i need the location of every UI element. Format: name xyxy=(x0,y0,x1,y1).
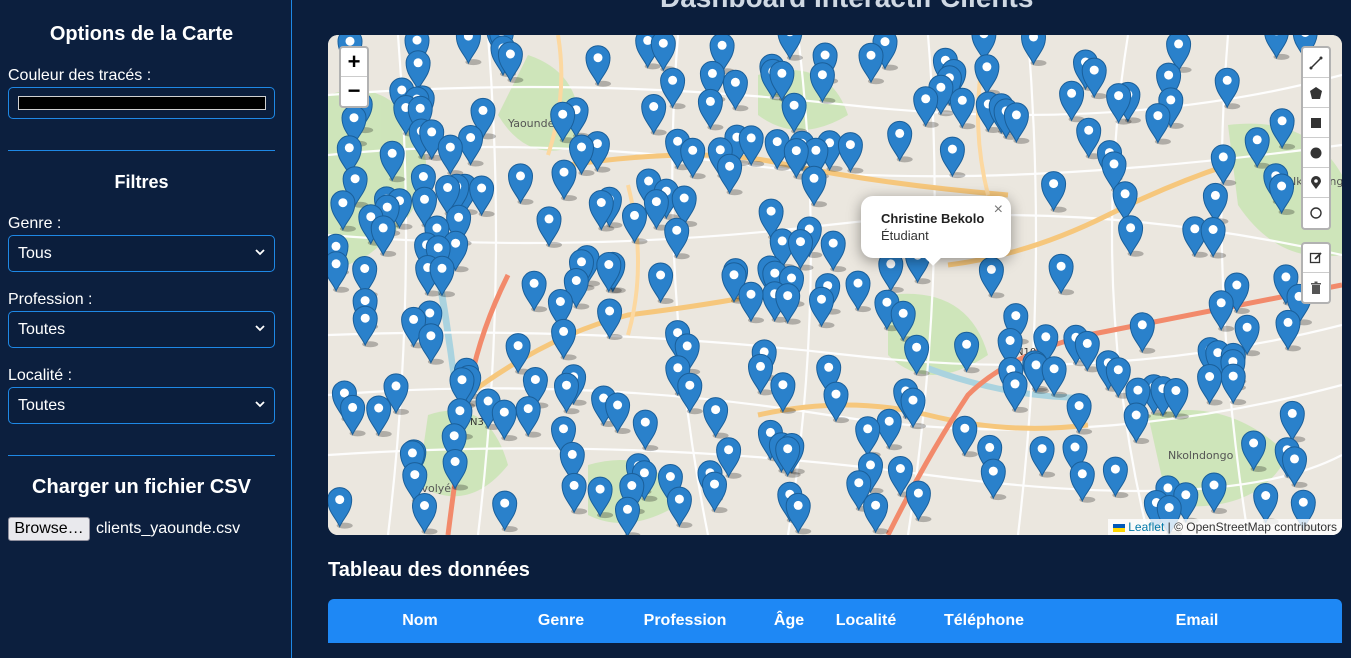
col-localite[interactable]: Localité xyxy=(836,612,896,630)
chevron-down-icon xyxy=(255,249,265,256)
divider xyxy=(8,150,275,151)
table-title: Tableau des données xyxy=(328,559,530,581)
profession-label: Profession : xyxy=(8,291,93,308)
circle-icon[interactable] xyxy=(1303,138,1329,168)
draw-toolbar xyxy=(1301,46,1331,230)
marker-icon[interactable] xyxy=(1303,168,1329,198)
popup-tip xyxy=(923,257,943,269)
map-tiles[interactable]: Yaoundé Mvolyé Nkolndongo Nkoabang N3 N1… xyxy=(328,35,1342,535)
edit-toolbar xyxy=(1301,242,1331,304)
localite-label: Localité : xyxy=(8,367,73,384)
marker-popup: Christine Bekolo Étudiant × xyxy=(861,196,1011,258)
genre-label: Genre : xyxy=(8,215,62,232)
close-icon[interactable]: × xyxy=(994,201,1003,219)
page-title: Dashboard Interactif Clients xyxy=(660,0,1033,14)
trace-color-label: Couleur des tracés : xyxy=(8,67,152,84)
popup-client-profession: Étudiant xyxy=(881,228,929,243)
trash-icon[interactable] xyxy=(1303,273,1329,302)
chevron-down-icon xyxy=(255,325,265,332)
flag-icon xyxy=(1112,523,1125,532)
col-age[interactable]: Âge xyxy=(774,612,804,630)
localite-select[interactable]: Toutes xyxy=(8,387,275,424)
table-header: Nom Genre Profession Âge Localité Téléph… xyxy=(328,599,1342,643)
zoom-control: + − xyxy=(339,46,369,108)
zoom-in-button[interactable]: + xyxy=(341,48,367,77)
circlemarker-icon[interactable] xyxy=(1303,198,1329,228)
edit-icon[interactable] xyxy=(1303,244,1329,273)
map[interactable]: Yaoundé Mvolyé Nkolndongo Nkoabang N3 N1… xyxy=(328,35,1342,535)
col-genre[interactable]: Genre xyxy=(538,612,584,630)
trace-color-picker[interactable] xyxy=(8,87,275,119)
rectangle-icon[interactable] xyxy=(1303,108,1329,138)
col-telephone[interactable]: Téléphone xyxy=(944,612,1024,630)
map-label: Yaoundé xyxy=(507,117,555,130)
col-nom[interactable]: Nom xyxy=(402,612,438,630)
sidebar: Options de la Carte Couleur des tracés :… xyxy=(0,0,292,658)
genre-select-value: Tous xyxy=(18,245,52,262)
col-email[interactable]: Email xyxy=(1176,612,1219,630)
file-name: clients_yaounde.csv xyxy=(96,520,241,537)
divider xyxy=(8,455,275,456)
localite-select-value: Toutes xyxy=(18,397,66,414)
browse-button[interactable]: Browse… xyxy=(8,517,90,541)
popup-client-name: Christine Bekolo xyxy=(881,211,985,226)
color-swatch xyxy=(18,96,266,110)
zoom-out-button[interactable]: − xyxy=(341,77,367,106)
map-attribution: Leaflet | © OpenStreetMap contributors xyxy=(1107,519,1342,535)
profession-select[interactable]: Toutes xyxy=(8,311,275,348)
csv-title: Charger un fichier CSV xyxy=(32,476,251,498)
map-label: N3 xyxy=(470,417,484,428)
genre-select[interactable]: Tous xyxy=(8,235,275,272)
osm-attribution[interactable]: | © OpenStreetMap contributors xyxy=(1168,520,1337,534)
col-profession[interactable]: Profession xyxy=(644,612,727,630)
map-label: Nkolndongo xyxy=(1168,449,1234,462)
leaflet-link[interactable]: Leaflet xyxy=(1128,520,1164,534)
polygon-icon[interactable] xyxy=(1303,78,1329,108)
filters-title: Filtres xyxy=(114,172,169,192)
chevron-down-icon xyxy=(255,401,265,408)
polyline-icon[interactable] xyxy=(1303,48,1329,78)
profession-select-value: Toutes xyxy=(18,321,66,338)
map-options-title: Options de la Carte xyxy=(49,23,234,45)
